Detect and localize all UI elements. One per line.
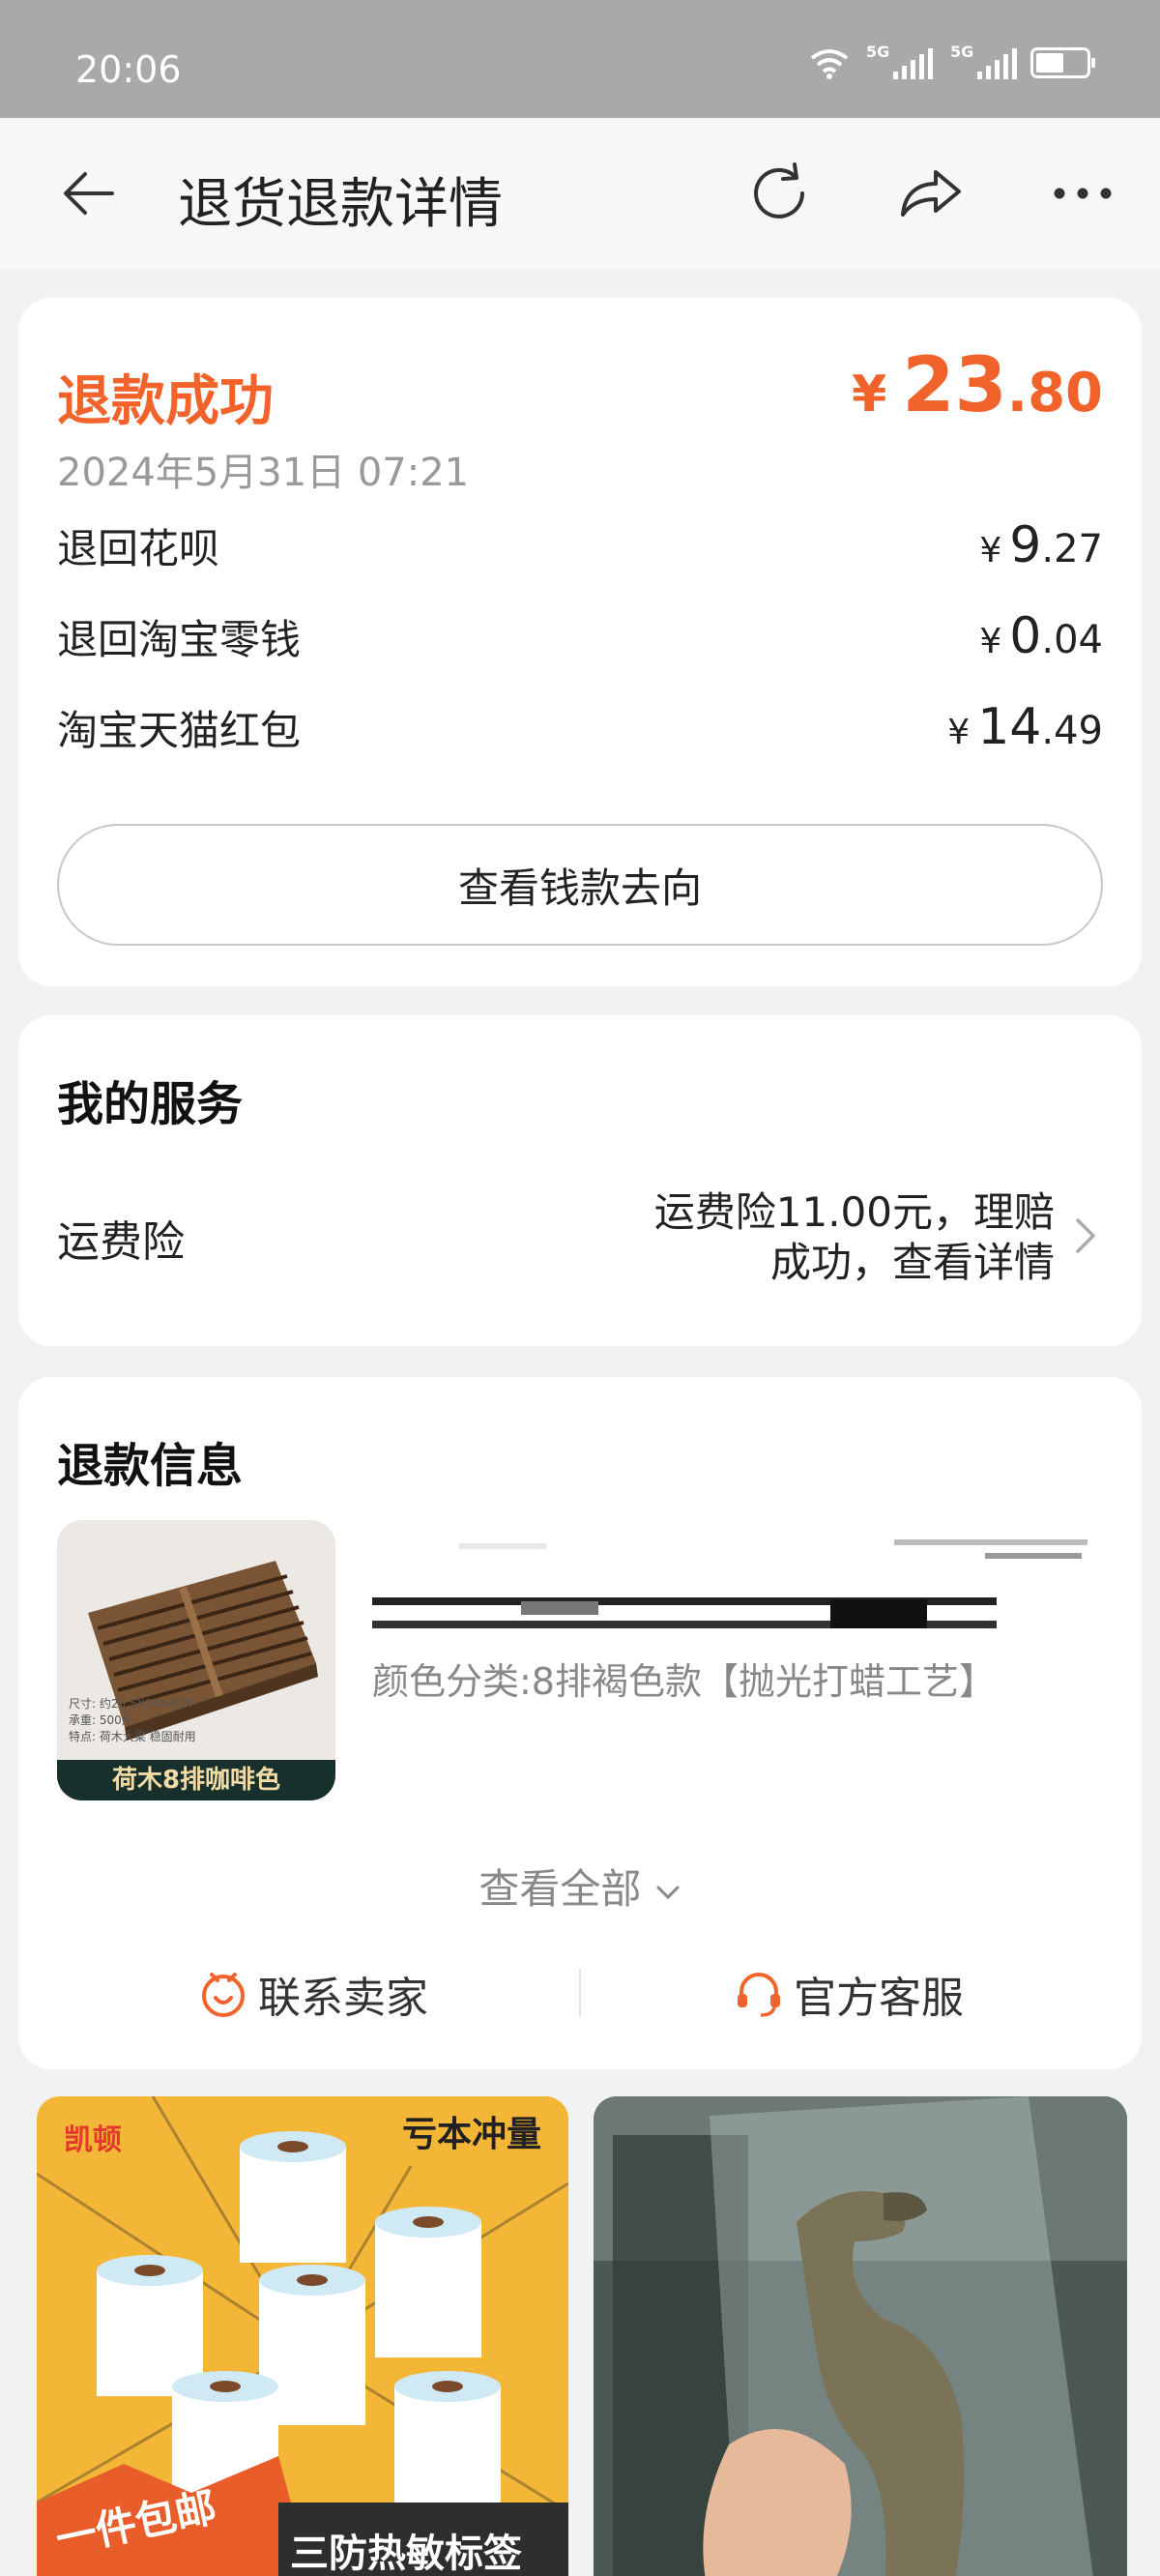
row-amount: ¥ 0 .04 <box>979 607 1103 665</box>
contact-seller-button[interactable]: 联系卖家 <box>198 1963 428 2025</box>
row-decimal: .27 <box>1041 527 1103 571</box>
system-icons: 5G 5G <box>808 43 1095 79</box>
wooden-massager-image <box>57 1520 335 1800</box>
status-time: 20:06 <box>75 48 182 91</box>
official-service-button[interactable]: 官方客服 <box>734 1963 964 2025</box>
row-decimal: .04 <box>1041 618 1103 662</box>
refund-total-amount: ¥ 23 .80 <box>852 342 1103 429</box>
row-amount: ¥ 9 .27 <box>979 516 1103 574</box>
wifi-icon <box>810 49 849 79</box>
row-label: 退回淘宝零钱 <box>57 615 302 663</box>
recommendation-card[interactable] <box>594 2096 1127 2576</box>
row-decimal: .49 <box>1041 709 1103 753</box>
thumb-spec-line: 承重: 500斤 <box>69 1713 133 1727</box>
redacted-title <box>521 1601 598 1615</box>
row-currency: ¥ <box>979 531 1002 571</box>
refund-info-title: 退款信息 <box>57 1439 244 1493</box>
thumb-spec-line: 特点: 荷木大梁 稳固耐用 <box>69 1730 196 1743</box>
redacted-title <box>985 1553 1082 1559</box>
view-all-label: 查看全部 <box>478 1865 642 1913</box>
product-thumbnail[interactable]: 尺寸: 约26.5X20X4CM 承重: 500斤 特点: 荷木大梁 稳固耐用 … <box>57 1520 335 1800</box>
thumb-spec-line: 尺寸: 约26.5X20X4CM <box>69 1697 193 1711</box>
refresh-icon[interactable] <box>742 157 816 230</box>
official-service-label: 官方客服 <box>794 1974 964 2023</box>
nav-bar: 退货退款详情 <box>0 118 1160 269</box>
chevron-right-icon[interactable] <box>1070 1215 1099 1257</box>
product-spec: 颜色分类:8排褐色款【抛光打蜡工艺】 <box>372 1660 996 1703</box>
total-integer: 23 <box>902 342 1007 429</box>
row-currency: ¥ <box>979 622 1002 661</box>
redacted-title <box>830 1599 927 1628</box>
product-slogan: 三防热敏标签 <box>290 2532 522 2576</box>
row-integer: 0 <box>1009 607 1042 665</box>
row-label: 淘宝天猫红包 <box>57 706 302 754</box>
dinosaur-toy-image <box>594 2096 1127 2576</box>
my-services-card: 我的服务 运费险 运费险11.00元，理赔 成功，查看详情 <box>18 1015 1142 1346</box>
divider <box>579 1969 581 2017</box>
back-arrow-icon[interactable] <box>60 164 118 222</box>
signal-5g-2-icon: 5G <box>950 43 1017 79</box>
seller-chat-icon <box>202 1973 245 2017</box>
total-currency: ¥ <box>852 366 887 424</box>
shipping-insurance-label[interactable]: 运费险 <box>57 1207 185 1269</box>
headset-icon <box>738 1973 780 2017</box>
status-bar: 20:06 5G 5G <box>0 0 1160 118</box>
refund-row-huabei: 退回花呗 ¥ 9 .27 <box>57 516 1103 574</box>
contact-seller-label: 联系卖家 <box>258 1974 428 2023</box>
row-label: 退回花呗 <box>57 524 220 572</box>
chevron-down-icon <box>656 1886 680 1899</box>
row-currency: ¥ <box>947 713 971 752</box>
thumb-spec: 尺寸: 约26.5X20X4CM 承重: 500斤 特点: 荷木大梁 稳固耐用 <box>69 1696 196 1745</box>
row-integer: 9 <box>1009 516 1042 574</box>
refund-time: 2024年5月31日 07:21 <box>57 451 470 495</box>
refund-row-redpacket: 淘宝天猫红包 ¥ 14 .49 <box>57 698 1103 756</box>
row-amount: ¥ 14 .49 <box>947 698 1103 756</box>
total-decimal: .80 <box>1006 362 1103 424</box>
refund-status: 退款成功 <box>57 370 274 433</box>
recommendation-card[interactable]: 凯顿 亏本冲量 一件包邮 三防热敏标签 <box>37 2096 568 2576</box>
refund-info-card: 退款信息 尺寸: 约26.5X20X4CM 承重: 500斤 特点: 荷木大梁 … <box>18 1377 1142 2069</box>
battery-icon <box>1030 47 1095 78</box>
redacted-title <box>459 1543 546 1549</box>
view-money-flow-button[interactable]: 查看钱款去向 <box>57 824 1103 946</box>
promo-badge: 亏本冲量 <box>375 2096 568 2166</box>
page-title: 退货退款详情 <box>178 173 503 236</box>
signal-5g-1-icon: 5G <box>866 43 933 79</box>
insurance-value-line1: 运费险11.00元，理赔 <box>653 1188 1055 1236</box>
more-icon[interactable] <box>1046 157 1119 230</box>
redacted-title <box>894 1539 1088 1545</box>
refund-row-balance: 退回淘宝零钱 ¥ 0 .04 <box>57 607 1103 665</box>
services-title: 我的服务 <box>57 1077 244 1131</box>
contact-bar: 联系卖家 官方客服 <box>18 1963 1142 2023</box>
share-icon[interactable] <box>893 157 967 230</box>
thumb-caption: 荷木8排咖啡色 <box>57 1760 335 1800</box>
row-integer: 14 <box>977 698 1042 756</box>
insurance-value-line2: 成功，查看详情 <box>769 1239 1055 1286</box>
view-all-button[interactable]: 查看全部 <box>18 1857 1142 1916</box>
shipping-insurance-value[interactable]: 运费险11.00元，理赔 成功，查看详情 <box>571 1187 1055 1288</box>
refund-summary-card: 退款成功 ¥ 23 .80 2024年5月31日 07:21 退回花呗 ¥ 9 … <box>18 298 1142 986</box>
brand-logo: 凯顿 <box>64 2123 122 2157</box>
